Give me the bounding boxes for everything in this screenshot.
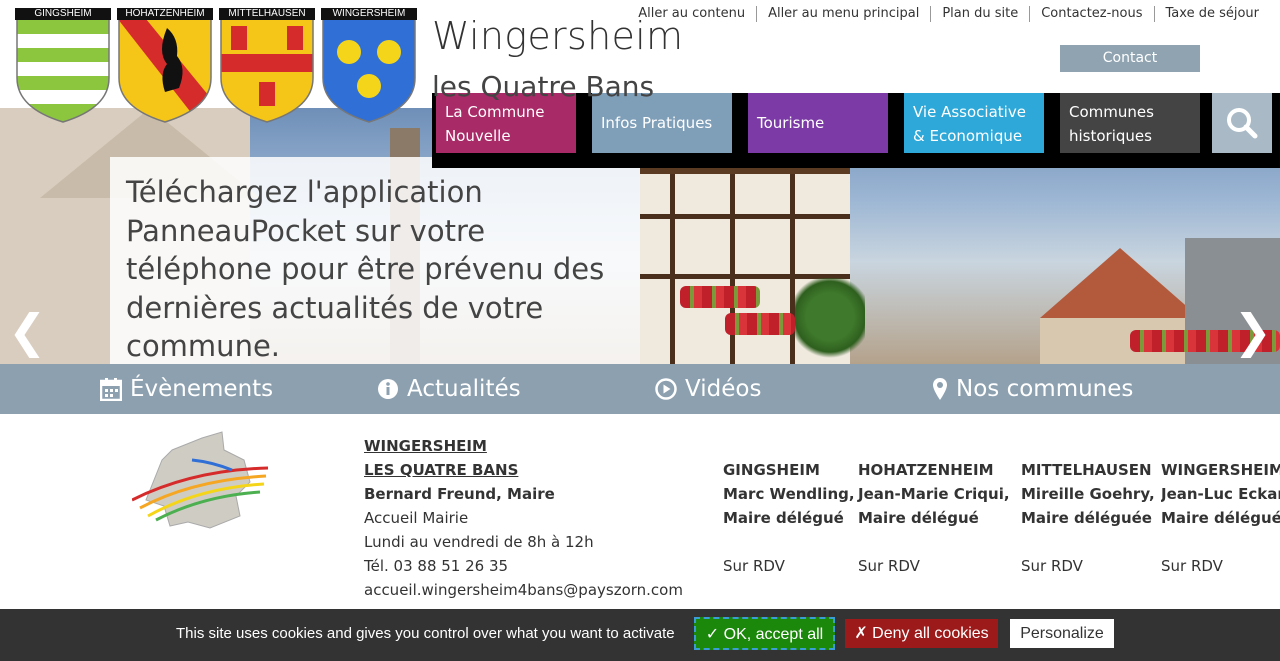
map-marker-icon [933,378,947,400]
commune-mayor: Marc Wendling, [723,485,855,503]
mairie-name-line1[interactable]: WINGERSHEIM [364,434,683,458]
commune-mayor: Mireille Goehry, [1021,485,1155,503]
commune-name: HOHATZENHEIM [858,461,994,479]
commune-role: Maire délégué [858,509,979,527]
commune-mayor: Jean-Luc Eckart, [1161,485,1280,503]
slider-next-arrow-icon[interactable]: ❯ [1233,308,1272,354]
quick-link-label: Nos communes [956,376,1134,402]
shield-label: WINGERSHEIM [321,8,417,20]
calendar-icon [100,378,122,401]
commune-name: WINGERSHEIM [1161,461,1280,479]
link-tourist-tax[interactable]: Taxe de séjour [1153,6,1270,22]
commune-logo [132,431,268,529]
slider-prev-arrow-icon[interactable]: ❮ [8,308,47,354]
gingsheim-shield-icon [16,9,110,123]
page: Téléchargez l'application PanneauPocket … [0,0,1280,661]
commune-rdv: Sur RDV [1021,557,1083,575]
shield-label: GINGSHEIM [15,8,111,20]
nav-tourisme[interactable]: Tourisme [748,93,888,153]
shield-mittelhausen[interactable]: MITTELHAUSEN [219,8,315,124]
email-address[interactable]: accueil.wingersheim4bans@payszorn.com [364,578,683,602]
quick-link-news[interactable]: Actualités [377,364,521,414]
phone-number[interactable]: Tél. 03 88 51 26 35 [364,554,683,578]
top-links: Aller au contenu Aller au menu principal… [627,6,1270,22]
hero-caption[interactable]: Téléchargez l'application PanneauPocket … [126,173,636,364]
commune-role: Maire déléguée [1021,509,1152,527]
shield-label: HOHATZENHEIM [117,8,213,20]
accueil-label: Accueil Mairie [364,509,469,527]
contact-button[interactable]: Contact [1060,45,1200,72]
commune-mittelhausen-info: MITTELHAUSEN Mireille Goehry, Maire délé… [1021,458,1155,578]
search-button[interactable] [1212,93,1272,153]
commune-name: MITTELHAUSEN [1021,461,1152,479]
mayor-name: Bernard Freund, Maire [364,485,555,503]
deny-all-cookies-button[interactable]: ✗ Deny all cookies [845,619,998,648]
commune-rdv: Sur RDV [1161,557,1223,575]
info-icon [378,379,398,399]
quick-link-events[interactable]: Évènements [100,364,273,414]
hero-flowers [725,313,795,335]
shield-hohatzenheim[interactable]: HOHATZENHEIM [117,8,213,124]
cookie-banner: This site uses cookies and gives you con… [0,609,1280,661]
commune-role: Maire délégué [723,509,844,527]
shield-wingersheim[interactable]: WINGERSHEIM [321,8,417,124]
hero-flowers [680,286,760,308]
commune-shields: GINGSHEIM HOHATZENHEIM MITTELHAUSEN WING… [15,8,417,124]
commune-name: GINGSHEIM [723,461,820,479]
link-sitemap[interactable]: Plan du site [930,6,1029,22]
hero-tree [795,278,865,364]
opening-hours: Lundi au vendredi de 8h à 12h [364,533,594,551]
commune-rdv: Sur RDV [723,557,785,575]
shield-gingsheim[interactable]: GINGSHEIM [15,8,111,124]
contact-info-section: WINGERSHEIM LES QUATRE BANS Bernard Freu… [0,414,1280,610]
commune-role: Maire délégué [1161,509,1280,527]
link-skip-content[interactable]: Aller au contenu [627,6,756,22]
mairie-name-line2[interactable]: LES QUATRE BANS [364,458,683,482]
hero-caption-box: Téléchargez l'application PanneauPocket … [110,157,640,364]
commune-gingsheim-info: GINGSHEIM Marc Wendling, Maire délégué S… [723,458,855,578]
commune-rdv: Sur RDV [858,557,920,575]
mittelhausen-shield-icon [220,9,314,123]
shield-label: MITTELHAUSEN [219,8,315,20]
link-skip-menu[interactable]: Aller au menu principal [756,6,930,22]
cookie-message: This site uses cookies and gives you con… [176,625,675,642]
hero-roof [1040,248,1200,318]
play-icon [655,378,677,400]
main-mairie-info: WINGERSHEIM LES QUATRE BANS Bernard Freu… [364,434,683,602]
quick-link-communes[interactable]: Nos communes [932,364,1133,414]
site-subtitle: les Quatre Bans [432,70,655,103]
personalize-cookies-button[interactable]: Personalize [1010,619,1114,648]
commune-hohatzenheim-info: HOHATZENHEIM Jean-Marie Criqui, Maire dé… [858,458,1010,578]
accept-all-cookies-button[interactable]: ✓ OK, accept all [694,617,835,650]
wingersheim-shield-icon [322,9,416,123]
commune-mayor: Jean-Marie Criqui, [858,485,1010,503]
nav-vie-associative[interactable]: Vie Associative & Economique [904,93,1044,153]
quick-link-videos[interactable]: Vidéos [655,364,761,414]
quick-link-label: Actualités [407,376,521,402]
quick-links-bar: Évènements Actualités Vidéos Nos commune… [0,364,1280,414]
quick-link-label: Vidéos [685,376,762,402]
search-icon [1227,108,1258,139]
hohatzenheim-shield-icon [118,9,212,123]
quick-link-label: Évènements [130,376,274,402]
commune-wingersheim-info: WINGERSHEIM Jean-Luc Eckart, Maire délég… [1161,458,1280,578]
link-contact-us[interactable]: Contactez-nous [1029,6,1153,22]
nav-communes-historiques[interactable]: Communes historiques [1060,93,1200,153]
